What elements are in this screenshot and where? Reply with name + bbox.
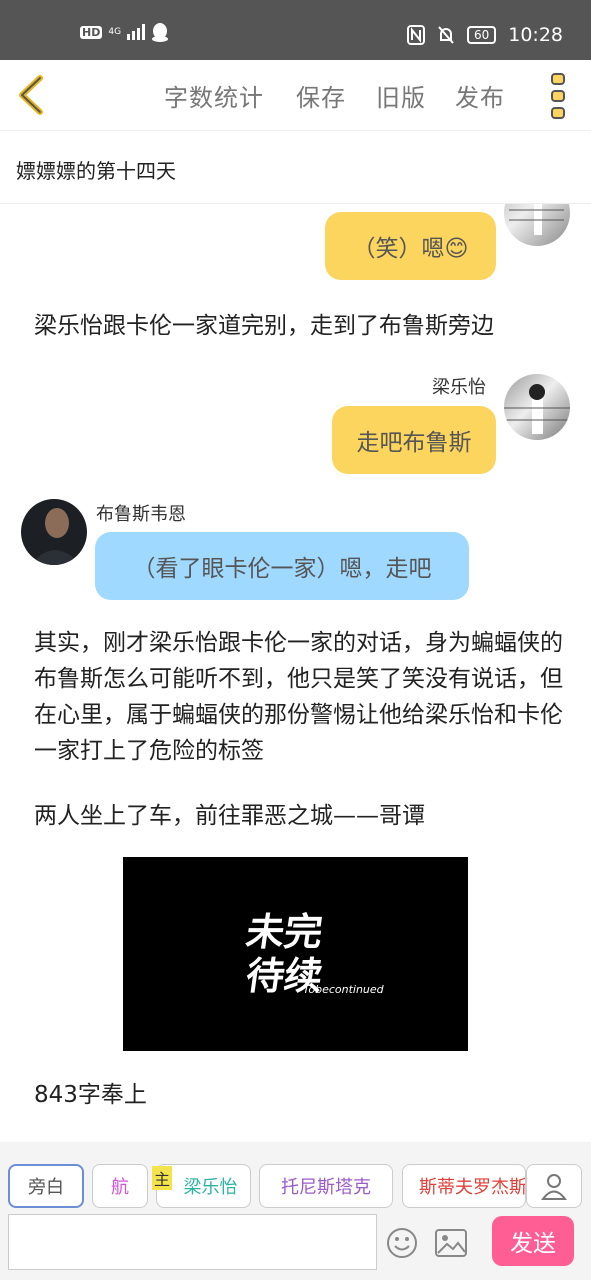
status-left: HD 4G (80, 22, 169, 42)
publish-button[interactable]: 发布 (455, 78, 505, 113)
speaker-name: 布鲁斯韦恩 (96, 504, 186, 525)
speaker-name: 梁乐怡 (432, 377, 486, 398)
narration-text[interactable]: 两人坐上了车，前往罪恶之城——哥谭 (34, 798, 564, 834)
clock: 10:28 (508, 24, 563, 46)
old-version-button[interactable]: 旧版 (376, 78, 426, 113)
main-role-tag: 主 (152, 1166, 173, 1190)
chapter-title[interactable]: 嫖嫖嫖的第十四天 (16, 155, 176, 184)
battery-icon: 60 (466, 26, 497, 44)
status-right: 60 10:28 (406, 24, 563, 46)
qq-icon (152, 23, 169, 42)
avatar-liang-top[interactable] (504, 204, 570, 246)
avatar-photo-icon (31, 508, 81, 565)
message-bubble[interactable]: 走吧布鲁斯 (332, 406, 496, 474)
nfc-icon (406, 25, 425, 45)
status-bar: HD 4G 60 10:28 (0, 0, 591, 60)
message-bubble[interactable]: （看了眼卡伦一家）嗯，走吧 (95, 532, 469, 600)
top-toolbar: 字数统计 保存 旧版 发布 (0, 60, 591, 131)
narration-text[interactable]: 其实，刚才梁乐怡跟卡伦一家的对话，身为蝙蝠侠的布鲁斯怎么可能听不到，他只是笑了笑… (34, 625, 564, 769)
avatar-photo-icon (504, 384, 570, 434)
signal-icon (127, 24, 146, 40)
send-button[interactable]: 发送 (492, 1216, 574, 1266)
character-manager-button[interactable] (526, 1164, 582, 1208)
story-image[interactable]: 未完 待续 Tobecontinued (123, 857, 468, 1051)
message-bubble[interactable]: （笑）嗯😊 (325, 212, 496, 280)
message-input[interactable] (8, 1214, 377, 1270)
story-content[interactable]: （笑）嗯😊 梁乐怡跟卡伦一家道完别，走到了布鲁斯旁边 梁乐怡 走吧布鲁斯 布鲁斯… (0, 204, 591, 1142)
role-narrator[interactable]: 旁白 (8, 1164, 84, 1208)
back-icon[interactable] (14, 74, 50, 116)
save-button[interactable]: 保存 (296, 78, 346, 113)
narration-text[interactable]: 梁乐怡跟卡伦一家道完别，走到了布鲁斯旁边 (34, 308, 564, 344)
emoji-icon[interactable] (385, 1226, 419, 1260)
avatar-bruce[interactable] (21, 499, 87, 565)
word-count-button[interactable]: 字数统计 (164, 78, 264, 113)
person-icon (541, 1174, 567, 1200)
more-menu-icon[interactable] (546, 72, 570, 120)
role-steve[interactable]: 斯蒂夫罗杰斯 (402, 1164, 526, 1208)
role-hang[interactable]: 航 (92, 1164, 148, 1208)
narration-text[interactable]: 843字奉上 (34, 1077, 564, 1113)
composer-bar: 旁白 航 梁乐怡 主 托尼斯塔克 斯蒂夫罗杰斯 发送 (0, 1142, 591, 1280)
signal-label: 4G (108, 27, 122, 37)
chapter-title-bar: 嫖嫖嫖的第十四天 (0, 131, 591, 204)
image-subtitle: Tobecontinued (303, 983, 384, 996)
image-icon[interactable] (434, 1228, 468, 1258)
hd-icon: HD (80, 25, 103, 39)
avatar-liang[interactable] (504, 374, 570, 440)
mute-bell-icon (438, 26, 454, 44)
avatar-photo-icon (509, 204, 564, 235)
role-tony[interactable]: 托尼斯塔克 (259, 1164, 393, 1208)
